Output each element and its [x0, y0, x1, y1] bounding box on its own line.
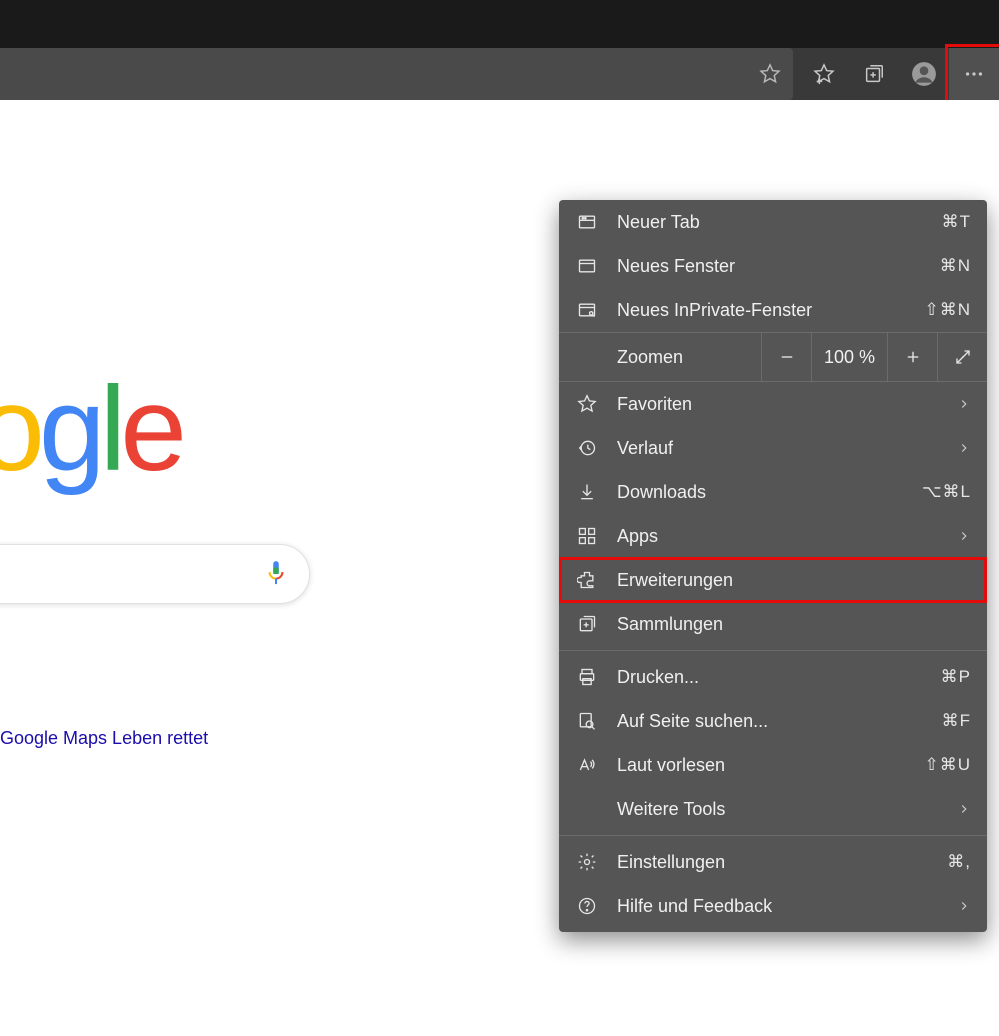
chevron-right-icon	[957, 441, 971, 455]
address-bar[interactable]	[0, 48, 793, 100]
menu-label: Weitere Tools	[617, 799, 949, 820]
zoom-out-button[interactable]	[761, 333, 811, 381]
browser-toolbar	[0, 48, 999, 100]
chevron-right-icon	[957, 529, 971, 543]
extension-icon	[575, 570, 599, 590]
menu-help[interactable]: Hilfe und Feedback	[559, 884, 987, 928]
menu-settings[interactable]: Einstellungen ⌘,	[559, 840, 987, 884]
menu-separator	[559, 835, 987, 836]
new-tab-icon	[575, 212, 599, 232]
zoom-in-button[interactable]	[887, 333, 937, 381]
menu-shortcut: ⌘F	[942, 711, 971, 731]
menu-extensions[interactable]: Erweiterungen	[559, 558, 987, 602]
menu-collections[interactable]: Sammlungen	[559, 602, 987, 646]
menu-shortcut: ⇧⌘N	[924, 300, 971, 320]
menu-favorites[interactable]: Favoriten	[559, 382, 987, 426]
menu-label: Einstellungen	[617, 852, 947, 873]
menu-find[interactable]: Auf Seite suchen... ⌘F	[559, 699, 987, 743]
inprivate-icon	[575, 300, 599, 320]
menu-print[interactable]: Drucken... ⌘P	[559, 655, 987, 699]
collections-icon	[575, 614, 599, 634]
menu-apps[interactable]: Apps	[559, 514, 987, 558]
chevron-right-icon	[957, 899, 971, 913]
menu-label: Neuer Tab	[617, 212, 942, 233]
menu-label: Laut vorlesen	[617, 755, 924, 776]
menu-label: Erweiterungen	[617, 570, 971, 591]
menu-new-tab[interactable]: Neuer Tab ⌘T	[559, 200, 987, 244]
menu-label: Auf Seite suchen...	[617, 711, 942, 732]
menu-downloads[interactable]: Downloads ⌥⌘L	[559, 470, 987, 514]
settings-menu: Neuer Tab ⌘T Neues Fenster ⌘N Neues InPr…	[559, 200, 987, 932]
menu-more-tools[interactable]: Weitere Tools	[559, 787, 987, 831]
zoom-label: Zoomen	[559, 333, 761, 381]
apps-icon	[575, 526, 599, 546]
menu-label: Sammlungen	[617, 614, 971, 635]
gear-icon	[575, 852, 599, 872]
history-icon	[575, 438, 599, 458]
window-icon	[575, 256, 599, 276]
print-icon	[575, 667, 599, 687]
collections-button[interactable]	[849, 48, 899, 100]
menu-separator	[559, 650, 987, 651]
star-plus-icon	[575, 394, 599, 414]
search-input[interactable]	[0, 544, 310, 604]
fullscreen-button[interactable]	[937, 333, 987, 381]
more-menu-button[interactable]	[949, 48, 999, 100]
menu-read-aloud[interactable]: Laut vorlesen ⇧⌘U	[559, 743, 987, 787]
menu-zoom: Zoomen 100 %	[559, 332, 987, 382]
find-icon	[575, 711, 599, 731]
menu-label: Downloads	[617, 482, 922, 503]
menu-new-inprivate[interactable]: Neues InPrivate-Fenster ⇧⌘N	[559, 288, 987, 332]
profile-button[interactable]	[899, 48, 949, 100]
google-logo: Google	[0, 360, 181, 498]
menu-shortcut: ⌘T	[942, 212, 971, 232]
menu-shortcut: ⇧⌘U	[924, 755, 971, 775]
read-aloud-icon	[575, 755, 599, 775]
menu-label: Verlauf	[617, 438, 949, 459]
google-maps-link[interactable]: Google Maps Leben rettet	[0, 728, 208, 749]
menu-label: Apps	[617, 526, 949, 547]
menu-label: Hilfe und Feedback	[617, 896, 949, 917]
window-titlebar	[0, 0, 999, 48]
menu-label: Favoriten	[617, 394, 949, 415]
chevron-right-icon	[957, 397, 971, 411]
zoom-value: 100 %	[811, 333, 887, 381]
menu-history[interactable]: Verlauf	[559, 426, 987, 470]
favorites-button[interactable]	[799, 48, 849, 100]
menu-shortcut: ⌘P	[941, 667, 971, 687]
menu-label: Neues InPrivate-Fenster	[617, 300, 924, 321]
download-icon	[575, 482, 599, 502]
microphone-icon[interactable]	[265, 559, 287, 589]
menu-label: Drucken...	[617, 667, 941, 688]
menu-shortcut: ⌥⌘L	[922, 482, 971, 502]
help-icon	[575, 896, 599, 916]
menu-label: Neues Fenster	[617, 256, 940, 277]
menu-shortcut: ⌘,	[947, 852, 971, 872]
star-icon[interactable]	[759, 63, 781, 85]
chevron-right-icon	[957, 802, 971, 816]
page-content: Google Glück! Google Maps Leben rettet N…	[0, 100, 999, 1036]
menu-new-window[interactable]: Neues Fenster ⌘N	[559, 244, 987, 288]
menu-shortcut: ⌘N	[940, 256, 971, 276]
